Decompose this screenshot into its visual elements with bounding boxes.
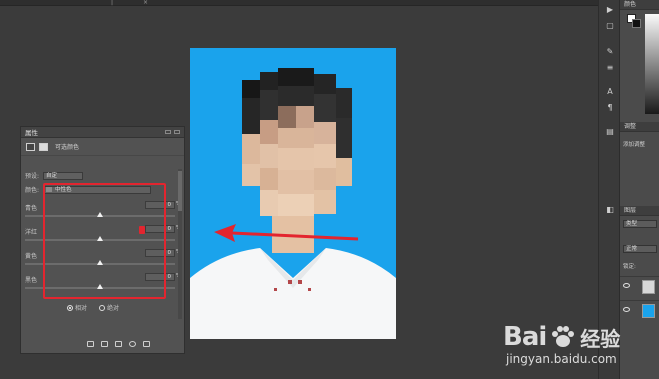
eye-icon[interactable] xyxy=(623,307,630,312)
add-adjustment-label: 添加调整 xyxy=(623,142,646,148)
tab-adjustments[interactable]: 调整 xyxy=(620,122,659,132)
blend-mode-select[interactable]: 正常 xyxy=(623,245,657,253)
paw-icon xyxy=(552,326,575,347)
radio-dot xyxy=(67,304,73,311)
properties-panel-header[interactable]: 属性 xyxy=(21,127,184,138)
layer-thumbnail xyxy=(642,304,655,318)
slider-label: 黑色 xyxy=(25,277,38,284)
layer-kind-filter[interactable]: 类型 xyxy=(623,220,657,228)
method-radio-group: 相对 绝对 xyxy=(67,303,119,312)
pixelated-portrait xyxy=(190,48,396,339)
panel-title: 属性 xyxy=(25,129,38,137)
view-previous-icon[interactable] xyxy=(101,341,108,347)
adjust-sliders-icon[interactable]: ≡ xyxy=(605,64,615,72)
panel-menu-icon[interactable] xyxy=(174,130,180,134)
character-icon[interactable]: A xyxy=(605,88,615,96)
adjustment-name: 可选颜色 xyxy=(55,144,80,151)
layers-small-icon[interactable]: ▤ xyxy=(605,128,615,136)
tab-close-icon[interactable]: × xyxy=(143,0,151,6)
layer-row-photo[interactable] xyxy=(620,300,659,320)
layer-mask-icon[interactable] xyxy=(39,142,48,151)
watermark-brand: Bai xyxy=(503,322,547,352)
radio-relative[interactable]: 相对 xyxy=(67,303,87,312)
collapse-icon[interactable] xyxy=(165,130,171,134)
clip-to-layer-icon[interactable] xyxy=(87,341,94,347)
brush-icon[interactable]: ✎ xyxy=(605,48,615,56)
adjustment-layer-icon[interactable] xyxy=(26,142,35,151)
background-swatch[interactable] xyxy=(632,19,641,28)
slider-label: 青色 xyxy=(25,205,38,212)
layer-thumbnail xyxy=(642,280,655,294)
panel-footer xyxy=(87,341,150,347)
slider-label: 黄色 xyxy=(25,253,38,260)
preset-label: 预设: xyxy=(25,173,40,180)
radio-label: 绝对 xyxy=(107,305,120,312)
preset-row: 预设: 自定 xyxy=(25,171,83,180)
preset-select[interactable]: 自定 xyxy=(43,171,83,180)
panel-scrollbar[interactable] xyxy=(178,169,182,319)
reset-icon[interactable] xyxy=(115,341,122,347)
slider-label: 洋红 xyxy=(25,229,38,236)
tab-color[interactable]: 颜色 xyxy=(620,0,659,10)
eye-icon[interactable] xyxy=(623,283,630,288)
watermark-brand-cn: 经验 xyxy=(580,326,621,351)
adjustment-type-bar: 可选颜色 xyxy=(21,138,184,156)
tab-layers[interactable]: 图层 xyxy=(620,206,659,216)
watermark-url: jingyan.baidu.com xyxy=(506,352,617,366)
colors-label: 颜色: xyxy=(25,187,40,194)
trash-icon[interactable] xyxy=(143,341,150,347)
layer-row-adjustment[interactable] xyxy=(620,276,659,296)
red-arrow-annotation xyxy=(214,224,359,242)
red-highlight-box xyxy=(43,183,166,299)
right-panels: 颜色 调整 添加调整 图层 类型 正常 锁定: xyxy=(620,0,659,379)
paragraph-icon[interactable]: ¶ xyxy=(605,104,615,112)
color-gradient[interactable] xyxy=(645,14,659,114)
baidu-watermark: Bai 经验 xyxy=(503,322,620,352)
scrollbar-thumb[interactable] xyxy=(178,171,182,211)
tab-marker: | xyxy=(111,0,114,6)
info-icon[interactable]: ▢ xyxy=(605,22,615,30)
history-icon[interactable]: ▶ xyxy=(605,6,615,14)
radio-dot xyxy=(99,304,106,311)
stack-icon[interactable]: ◧ xyxy=(605,206,615,214)
lock-label: 锁定: xyxy=(623,264,636,270)
cursor-marker xyxy=(139,226,145,234)
radio-absolute[interactable]: 绝对 xyxy=(99,303,119,312)
radio-label: 相对 xyxy=(75,305,88,312)
properties-panel: 属性 可选颜色 预设: 自定 颜色: 中性色 青色 0 % 洋红 0 % 黄色 xyxy=(20,126,185,354)
visibility-icon[interactable] xyxy=(129,341,136,347)
id-photo xyxy=(190,48,396,339)
